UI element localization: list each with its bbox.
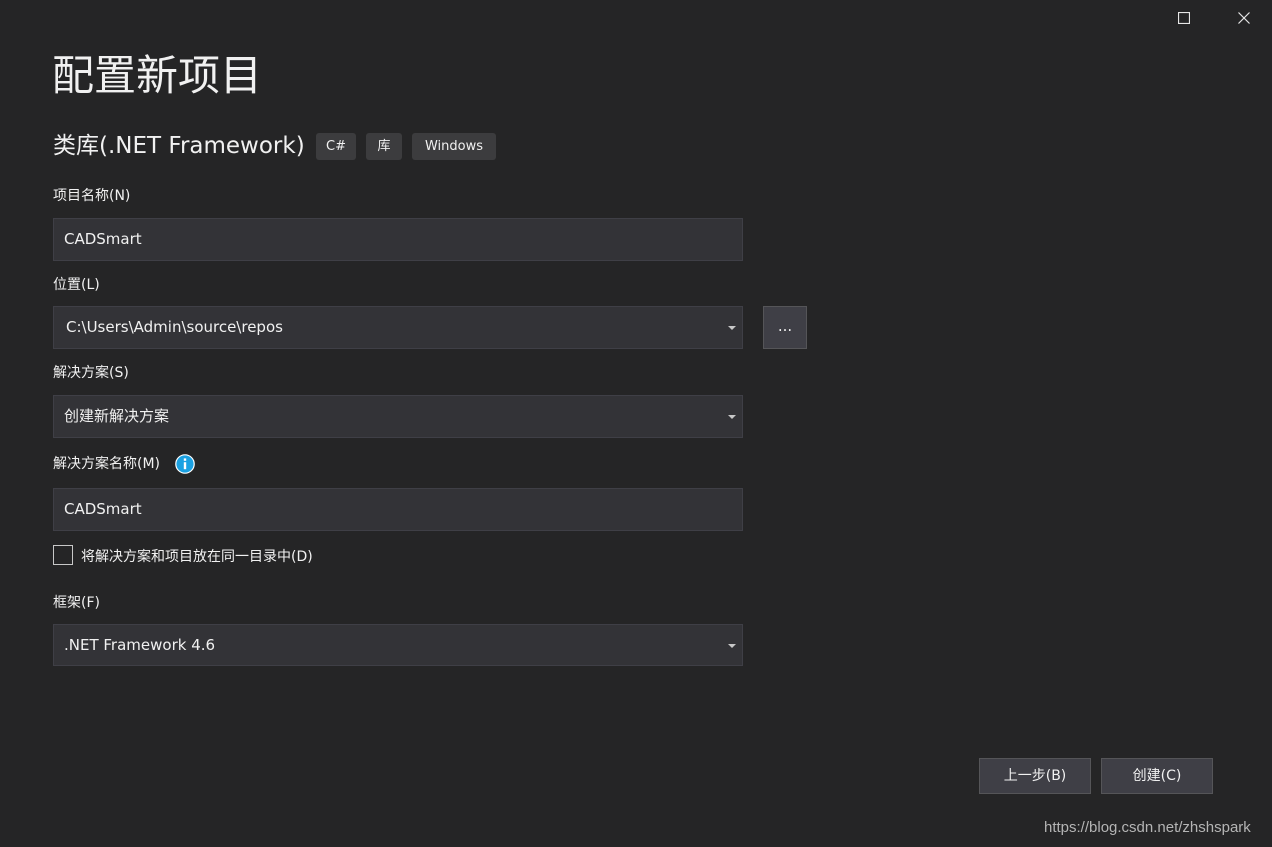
solution-name-label: 解决方案名称(M) (53, 456, 161, 472)
watermark-text: https://blog.csdn.net/zhshspark (1044, 819, 1251, 836)
create-button[interactable]: 创建(C) (1101, 758, 1213, 794)
solution-combobox[interactable]: 创建新解决方案 (53, 395, 743, 438)
solution-name-input[interactable]: CADSmart (53, 488, 743, 531)
project-name-label: 项目名称(N) (53, 188, 131, 204)
tag-csharp: C# (316, 133, 356, 160)
dropdown-arrow-icon[interactable] (728, 644, 736, 648)
framework-label: 框架(F) (53, 595, 100, 611)
close-button[interactable] (1221, 0, 1267, 36)
close-icon (1238, 12, 1250, 24)
tag-library: 库 (366, 133, 402, 160)
location-label: 位置(L) (53, 277, 100, 293)
same-directory-label[interactable]: 将解决方案和项目放在同一目录中(D) (81, 547, 313, 567)
maximize-button[interactable] (1161, 0, 1207, 36)
location-value: C:\Users\Admin\source\repos (66, 318, 283, 336)
solution-value: 创建新解决方案 (64, 407, 170, 425)
project-name-input[interactable]: CADSmart (53, 218, 743, 261)
tag-windows: Windows (412, 133, 496, 160)
framework-value: .NET Framework 4.6 (64, 636, 216, 654)
template-name: 类库(.NET Framework) (53, 133, 305, 159)
location-combobox[interactable]: C:\Users\Admin\source\repos (53, 306, 743, 349)
info-icon[interactable] (175, 454, 195, 474)
page-title: 配置新项目 (52, 51, 263, 100)
back-button[interactable]: 上一步(B) (979, 758, 1091, 794)
dropdown-arrow-icon[interactable] (728, 415, 736, 419)
browse-location-button[interactable]: ... (763, 306, 807, 349)
same-directory-checkbox[interactable] (53, 545, 73, 565)
dropdown-arrow-icon[interactable] (728, 326, 736, 330)
solution-label: 解决方案(S) (53, 365, 129, 381)
framework-combobox[interactable]: .NET Framework 4.6 (53, 624, 743, 666)
maximize-icon (1178, 12, 1190, 24)
